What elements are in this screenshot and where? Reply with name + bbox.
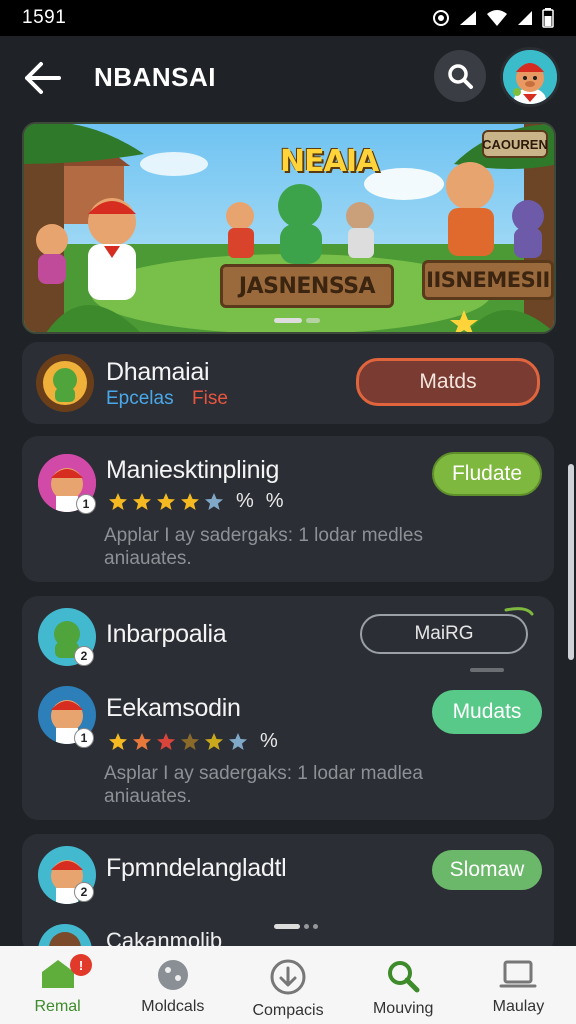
banner-sign-left: JASNENSSA [220,264,394,308]
star-icon [157,492,175,510]
laptop-icon [499,960,537,988]
globe-icon [157,960,188,990]
star-empty-icon [205,492,223,510]
card-title: Dhamaiai [106,358,210,386]
wifi-icon [487,10,507,26]
banner-corner-tag: CAOUREN [482,130,548,158]
star-icon [133,492,151,510]
download-icon [270,959,306,995]
star-icon [181,732,199,750]
cartoon-pig-avatar-icon [503,50,557,104]
nav-label: Remal [34,998,81,1015]
star-icon [181,492,199,510]
card-title: Fpmndelangladtl [106,854,287,882]
search-button[interactable] [434,50,486,102]
avatar [36,354,94,412]
scroll-dot [313,924,318,929]
card-description: Applar I ay sadergaks: 1 lodar medles [104,525,423,546]
battery-icon [542,8,554,28]
rating-percent: % [236,490,254,512]
nav-item-mouving[interactable]: Mouving [346,946,461,1024]
banner-pager-dots[interactable] [274,318,320,323]
status-bar: 1591 [0,0,576,36]
corner-arrow-icon [504,607,534,616]
card-description: aniauates. [104,786,192,807]
dnd-icon [433,10,449,26]
back-button[interactable] [20,58,64,98]
banner-sign-right: IISNEMESII [422,260,554,300]
card-title: Maniesktinplinig [106,456,280,484]
profile-avatar[interactable] [500,47,560,107]
list-card[interactable]: 1 Maniesktinplinig % % Fludate Applar I … [22,436,554,582]
rating-percent: % [265,490,284,512]
nav-label: Compacis [252,1002,324,1019]
back-arrow-icon [25,62,61,94]
nav-label: Moldcals [141,998,205,1015]
search-icon [448,64,473,89]
slomaw-button[interactable]: Slomaw [432,850,542,890]
scroll-dot-active [274,924,300,929]
star-icon [157,732,175,750]
avatar-badge: 2 [74,646,94,666]
nav-item-maulay[interactable]: Maulay [461,946,576,1024]
scroll-dot [304,924,309,929]
card-subtitle: Epcelas [106,388,174,409]
star-icon [133,732,151,750]
star-icon [109,492,127,510]
pager-dot [306,318,320,323]
list-card[interactable]: 2 Fpmndelangladtl Slomaw [22,834,554,978]
card-title: Inbarpoalia [106,620,227,648]
rating-percent: % [260,730,278,752]
star-rating: % % [108,490,284,513]
green-creature-avatar-icon [36,354,94,412]
featured-banner[interactable]: NEAIA CAOUREN JASNENSSA IISNEMESII [22,122,556,334]
status-time: 1591 [22,7,67,28]
app-header: NBANSAI [0,36,576,120]
nav-label: Maulay [492,998,545,1015]
star-rating: % [108,730,278,753]
bottom-nav: ! Remal Moldcals Compacis Mouving Maulay [0,946,576,1024]
signal-icon-2 [518,11,532,25]
card-description: aniauates. [104,548,192,569]
search-icon [388,961,420,993]
nav-label: Mouving [372,1000,434,1017]
card-status: Fise [192,388,228,409]
list-card[interactable]: Dhamaiai Epcelas Fise Matds [22,342,554,424]
nav-item-remal[interactable]: ! Remal [0,946,115,1024]
avatar-badge: 1 [74,728,94,748]
card-title: Eekamsodin [106,694,241,722]
avatar-badge: 1 [76,494,96,514]
divider [470,668,504,672]
banner-title: NEAIA [280,144,379,179]
matds-button[interactable]: Matds [356,358,540,406]
fludate-button[interactable]: Fludate [432,452,542,496]
list-card[interactable]: 2 Inbarpoalia MaiRG 1 Eekamsodin % Mudat… [22,596,554,820]
notification-badge: ! [70,954,92,976]
page-title: NBANSAI [94,62,216,92]
signal-icon [460,11,476,25]
scrollbar[interactable] [568,464,574,660]
card-description: Asplar I ay sadergaks: 1 lodar madlea [104,763,423,784]
scroll-indicator [274,924,318,929]
nav-item-compacis[interactable]: Compacis [230,946,345,1024]
mudats-button[interactable]: Mudats [432,690,542,734]
nav-item-moldcals[interactable]: Moldcals [115,946,230,1024]
pager-dot-active [274,318,302,323]
star-empty-icon [229,732,247,750]
status-icons [432,8,554,28]
star-icon [205,732,223,750]
avatar-badge: 2 [74,882,94,902]
star-icon [109,732,127,750]
